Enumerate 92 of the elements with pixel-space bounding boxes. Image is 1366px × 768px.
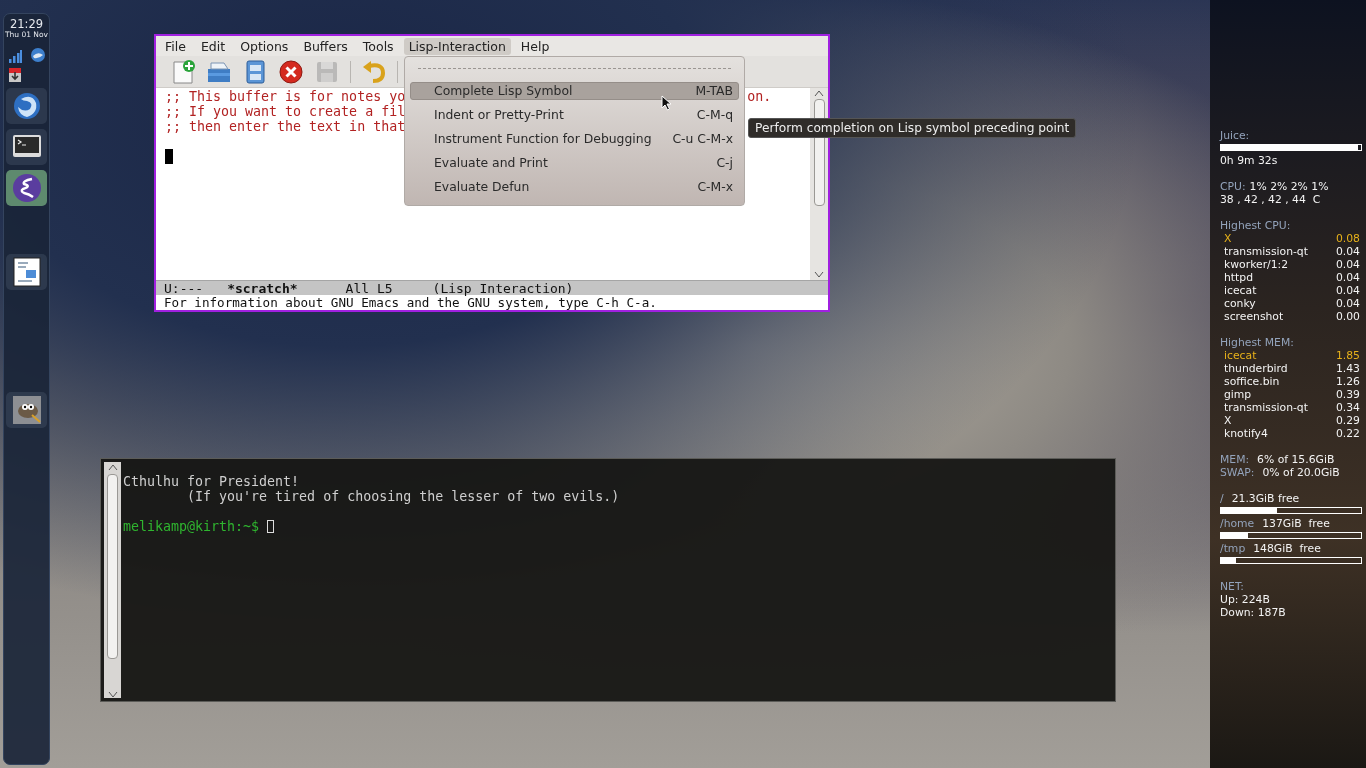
- comment-line: ;; This buffer is for notes yo: [165, 89, 406, 104]
- output-line: (If you're tired of choosing the lesser of two evils.): [186, 489, 620, 504]
- process-value: 0.04: [1335, 271, 1360, 284]
- process-value: 0.04: [1335, 297, 1360, 310]
- browser-icon: [11, 90, 42, 121]
- process-name: transmission-qt: [1224, 245, 1308, 258]
- process-name: knotify4: [1224, 427, 1268, 440]
- close-icon[interactable]: [278, 58, 304, 85]
- editor-icon: [11, 172, 42, 203]
- process-name: screenshot: [1224, 310, 1284, 323]
- upload-rate: Up: 224B: [1220, 593, 1271, 606]
- process-name: icecat: [1224, 284, 1257, 297]
- menu-item[interactable]: Indent or Pretty-Print C-M-q: [410, 106, 739, 124]
- menu-item[interactable]: Options: [235, 37, 294, 55]
- process-value: 0.00: [1335, 310, 1360, 323]
- cpu-usage: 1% 2% 2% 1%: [1249, 180, 1329, 193]
- menu-item[interactable]: File: [160, 37, 191, 55]
- mount-label: /tmp: [1220, 542, 1246, 555]
- free-space: 21.3GiB free: [1231, 492, 1300, 505]
- tooltip: Perform completion on Lisp symbol preceding point: [748, 118, 1077, 138]
- buffer-name: *scratch*: [227, 281, 298, 295]
- section-label: Highest MEM:: [1220, 336, 1295, 349]
- text-cursor: [165, 149, 173, 164]
- process-value: 1.26: [1335, 375, 1360, 388]
- process-name: httpd: [1224, 271, 1254, 284]
- menu-item[interactable]: Edit: [195, 37, 231, 55]
- memory-value: 0% of 20.0GiB: [1262, 466, 1340, 479]
- launcher-tile[interactable]: [6, 391, 47, 428]
- section-label: Juice:: [1220, 129, 1251, 142]
- download-rate: Down: 187B: [1220, 606, 1287, 619]
- free-space: 148GiB free: [1253, 542, 1321, 555]
- process-value: 0.22: [1335, 427, 1360, 440]
- process-name: X: [1224, 414, 1232, 427]
- process-value: 0.08: [1335, 232, 1360, 245]
- signal-icon[interactable]: [7, 48, 22, 63]
- launcher-tile[interactable]: [6, 128, 47, 165]
- process-name: icecat: [1224, 349, 1257, 362]
- menu-item[interactable]: Buffers: [298, 37, 353, 55]
- process-value: 0.34: [1335, 401, 1360, 414]
- process-value: 1.85: [1335, 349, 1360, 362]
- menu-item[interactable]: Instrument Function for Debugging C-u C-M-x: [410, 130, 739, 148]
- process-name: kworker/1:2: [1224, 258, 1289, 271]
- output-line: Cthulhu for President!: [123, 474, 301, 489]
- clock-time: 21:29: [8, 18, 45, 31]
- mount-label: /: [1220, 492, 1224, 505]
- globe-icon[interactable]: [29, 46, 46, 63]
- process-name: thunderbird: [1224, 362, 1288, 375]
- download-icon[interactable]: [8, 66, 22, 82]
- memory-label: SWAP:: [1220, 466, 1255, 479]
- menu-item[interactable]: Lisp-Interaction: [403, 37, 511, 55]
- document-icon: [11, 256, 42, 287]
- menu-item[interactable]: Evaluate Defun C-M-x: [410, 178, 739, 196]
- process-name: X: [1224, 232, 1232, 245]
- battery-time: 0h 9m 32s: [1220, 154, 1279, 167]
- memory-value: 6% of 15.6GiB: [1257, 453, 1335, 466]
- process-value: 0.39: [1335, 388, 1360, 401]
- memory-label: MEM:: [1220, 453, 1250, 466]
- process-name: gimp: [1224, 388, 1252, 401]
- status-text: U:---: [164, 281, 204, 295]
- launcher-tile[interactable]: [6, 169, 47, 206]
- section-label: NET:: [1220, 580, 1245, 593]
- terminal-cursor: [267, 520, 275, 533]
- process-value: 0.29: [1335, 414, 1360, 427]
- menu-item[interactable]: Tools: [357, 37, 399, 55]
- echo-area-text: For information about GNU Emacs and the GNU system, type C-h C-a.: [163, 295, 658, 310]
- process-name: transmission-qt: [1224, 401, 1308, 414]
- process-value: 1.43: [1335, 362, 1360, 375]
- position-text: All L5: [345, 281, 393, 295]
- new-file-icon[interactable]: [170, 58, 196, 85]
- process-value: 0.04: [1335, 245, 1360, 258]
- free-space: 137GiB free: [1262, 517, 1330, 530]
- menu-item[interactable]: Evaluate and Print C-j: [410, 154, 739, 172]
- mount-label: /home: [1220, 517, 1255, 530]
- comment-fragment: on.: [747, 89, 772, 104]
- process-value: 0.04: [1335, 258, 1360, 271]
- section-label: CPU:: [1220, 180, 1246, 193]
- launcher-tile[interactable]: [6, 253, 47, 290]
- pointer-icon: [661, 95, 672, 111]
- process-name: soffice.bin: [1224, 375, 1280, 388]
- scrollbar[interactable]: [104, 462, 121, 698]
- menu-item[interactable]: Complete Lisp Symbol M-TAB: [410, 82, 739, 100]
- cpu-temps: 38 , 42 , 42 , 44 C: [1220, 193, 1322, 206]
- mode-name: (Lisp Interaction): [432, 281, 574, 295]
- comment-line: ;; then enter the text in that: [165, 119, 406, 134]
- comment-line: ;; If you want to create a fil: [165, 104, 406, 119]
- creature-icon: [11, 394, 42, 425]
- process-value: 0.04: [1335, 284, 1360, 297]
- prompt-text: melikamp@kirth:~$: [123, 519, 260, 534]
- section-label: Highest CPU:: [1220, 219, 1292, 232]
- process-name: conky: [1224, 297, 1256, 310]
- launcher-tile[interactable]: [6, 87, 47, 124]
- menu-item[interactable]: Help: [515, 37, 555, 55]
